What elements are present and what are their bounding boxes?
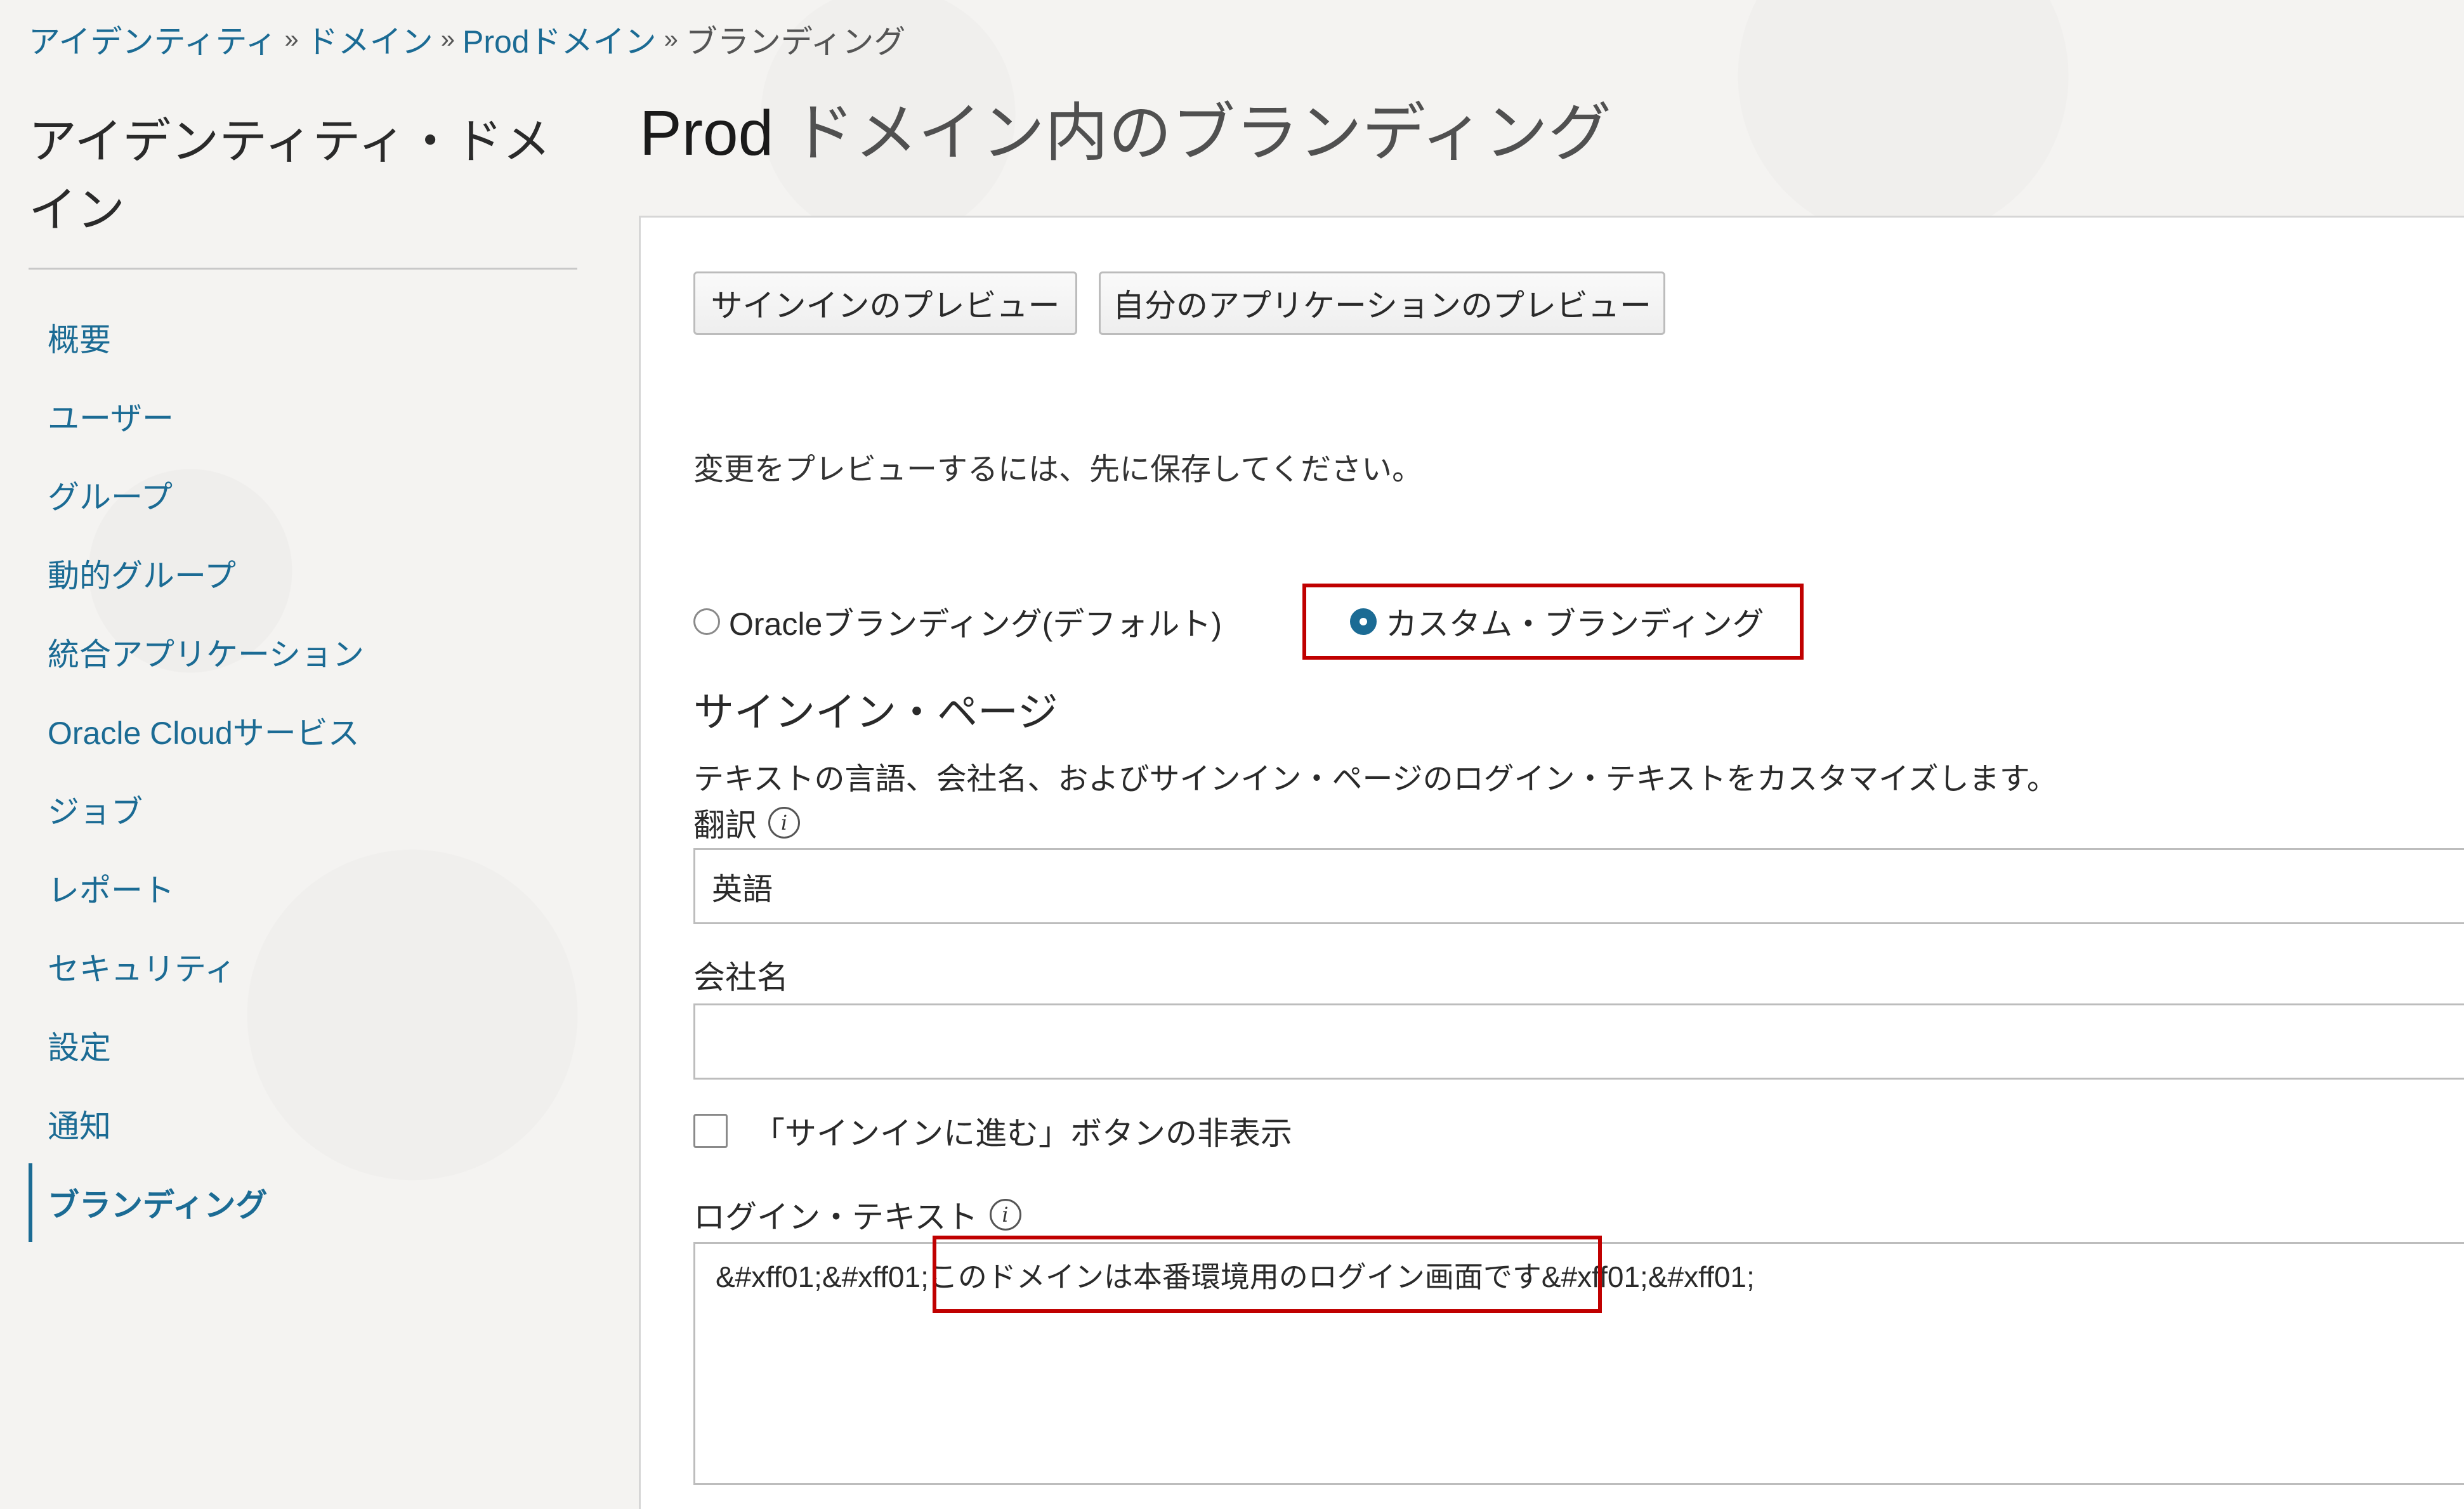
breadcrumb-separator: » (284, 25, 299, 53)
hide-signin-button-checkbox[interactable] (693, 1114, 728, 1148)
company-name-label: 会社名 (693, 960, 789, 995)
signin-section-title: サインイン・ページ (693, 689, 1058, 735)
translation-select[interactable]: 英語 (693, 848, 2464, 924)
login-text-label: ログイン・テキスト i (693, 1192, 1021, 1237)
page-title-domain: Prod (639, 98, 774, 169)
hide-signin-button-option[interactable]: 「サインインに進む」ボタンの非表示 (693, 1109, 1292, 1153)
breadcrumb: アイデンティティ » ドメイン » Prodドメイン » ブランディング (29, 14, 905, 65)
sidebar-divider (29, 268, 577, 270)
radio-button-unchecked[interactable] (693, 608, 720, 635)
sidebar-item-settings[interactable]: 設定 (29, 1006, 577, 1085)
preview-hint: 変更をプレビューするには、先に保存してください。 (693, 453, 1423, 487)
sidebar-item-groups[interactable]: グループ (29, 455, 577, 534)
breadcrumb-separator: » (440, 25, 455, 53)
sidebar-item-overview[interactable]: 概要 (29, 298, 577, 377)
breadcrumb-prod-domain[interactable]: Prodドメイン (462, 16, 657, 62)
radio-oracle-branding[interactable]: Oracleブランディング(デフォルト) (693, 599, 1222, 644)
page-title: Prod ドメイン内のブランディング (639, 95, 1611, 171)
login-text-label-text: ログイン・テキスト (693, 1199, 978, 1235)
preview-signin-button[interactable]: サインインのプレビュー (693, 271, 1077, 335)
sidebar-item-reports[interactable]: レポート (29, 849, 577, 927)
translation-label-text: 翻訳 (693, 807, 757, 843)
breadcrumb-identity[interactable]: アイデンティティ (29, 16, 277, 62)
sidebar-item-security[interactable]: セキュリティ (29, 927, 577, 1006)
highlight-box-custom-branding (1302, 584, 1804, 660)
signin-section-description: テキストの言語、会社名、およびサインイン・ページのログイン・テキストをカスタマイ… (693, 762, 2057, 796)
sidebar-item-dynamic-groups[interactable]: 動的グループ (29, 534, 577, 613)
breadcrumb-separator: » (664, 25, 678, 53)
page-title-text: ドメイン内のブランディング (773, 98, 1612, 169)
preview-apps-button[interactable]: 自分のアプリケーションのプレビュー (1099, 271, 1665, 335)
hide-signin-button-label: 「サインインに進む」ボタンの非表示 (753, 1116, 1292, 1151)
sidebar-title: アイデンティティ・ドメイン (29, 115, 551, 237)
info-icon[interactable]: i (989, 1199, 1021, 1231)
sidebar-item-users[interactable]: ユーザー (29, 377, 577, 455)
breadcrumb-current: ブランディング (685, 24, 906, 60)
company-name-input[interactable] (693, 1003, 2464, 1080)
sidebar-nav: 概要 ユーザー グループ 動的グループ 統合アプリケーション Oracle Cl… (29, 298, 577, 1242)
translation-label: 翻訳 i (693, 800, 800, 845)
sidebar-item-jobs[interactable]: ジョブ (29, 770, 577, 849)
highlight-box-login-text (933, 1236, 1602, 1313)
sidebar-item-notifications[interactable]: 通知 (29, 1085, 577, 1163)
sidebar-item-integrated-apps[interactable]: 統合アプリケーション (29, 613, 577, 691)
sidebar-item-branding[interactable]: ブランディング (29, 1163, 577, 1242)
breadcrumb-domains[interactable]: ドメイン (306, 16, 433, 62)
sidebar-item-oracle-cloud-services[interactable]: Oracle Cloudサービス (29, 691, 577, 770)
radio-oracle-label: Oracleブランディング(デフォルト) (729, 606, 1222, 642)
info-icon[interactable]: i (768, 807, 800, 839)
